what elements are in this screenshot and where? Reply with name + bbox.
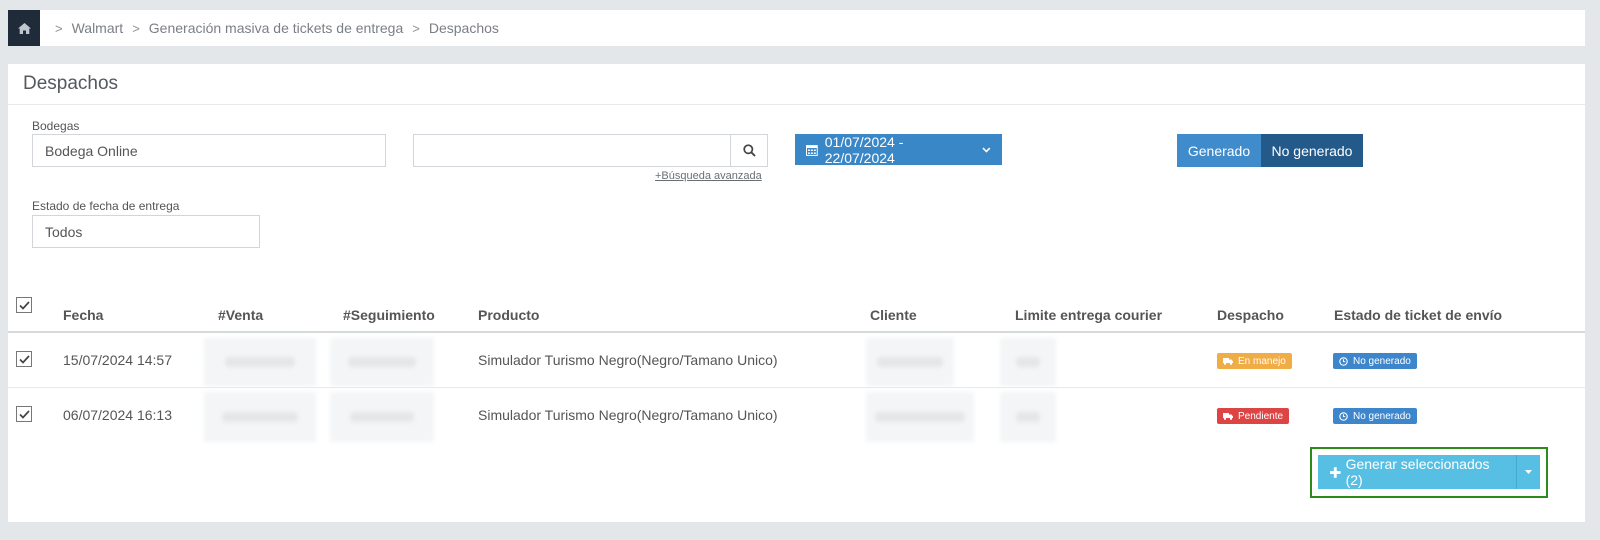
select-all-checkbox[interactable] bbox=[16, 297, 32, 313]
check-icon bbox=[18, 409, 30, 419]
row-checkbox[interactable] bbox=[16, 351, 32, 367]
redacted-cliente bbox=[866, 392, 974, 442]
despachos-panel: Despachos Bodegas Bodega Online +Búsqued… bbox=[8, 64, 1585, 522]
status-badge: En manejo bbox=[1217, 353, 1292, 369]
search-input[interactable] bbox=[413, 134, 731, 167]
col-venta[interactable]: #Venta bbox=[218, 307, 263, 323]
col-estado-ticket[interactable]: Estado de ticket de envío bbox=[1334, 307, 1502, 323]
row-fecha: 06/07/2024 16:13 bbox=[63, 407, 172, 423]
search-icon bbox=[742, 144, 756, 157]
estado-fecha-label: Estado de fecha de entrega bbox=[32, 199, 180, 213]
ticket-status-badge: No generado bbox=[1333, 408, 1417, 424]
table-header-divider bbox=[8, 331, 1585, 333]
redacted-limite bbox=[1000, 392, 1056, 442]
bodegas-label: Bodegas bbox=[32, 119, 80, 133]
clock-icon bbox=[1339, 411, 1348, 421]
status-badge: Pendiente bbox=[1217, 408, 1290, 424]
col-despacho[interactable]: Despacho bbox=[1217, 307, 1284, 323]
advanced-search-link[interactable]: +Búsqueda avanzada bbox=[655, 170, 762, 182]
breadcrumb-item-despachos: > Despachos bbox=[412, 20, 499, 36]
caret-down-icon bbox=[1525, 470, 1532, 474]
col-fecha[interactable]: Fecha bbox=[63, 307, 103, 323]
bodegas-select[interactable]: Bodega Online bbox=[32, 134, 386, 167]
redacted-seguimiento bbox=[330, 392, 434, 442]
breadcrumb-separator: > bbox=[412, 20, 420, 36]
calendar-icon bbox=[806, 144, 818, 156]
estado-fecha-select[interactable]: Todos bbox=[32, 215, 260, 248]
col-limite-entrega[interactable]: Limite entrega courier bbox=[1015, 307, 1162, 323]
redacted-venta bbox=[204, 392, 316, 442]
col-seguimiento[interactable]: #Seguimiento bbox=[343, 307, 435, 323]
redacted-venta bbox=[204, 338, 316, 386]
date-range-button[interactable]: 01/07/2024 - 22/07/2024 bbox=[795, 133, 1002, 166]
home-icon bbox=[17, 22, 31, 34]
redacted-seguimiento bbox=[330, 338, 434, 386]
generate-split-button: Generar seleccionados (2) bbox=[1318, 455, 1540, 489]
generado-toggle: Generado No generado bbox=[1177, 134, 1363, 167]
breadcrumb: > Walmart > Generación masiva de tickets… bbox=[8, 10, 1585, 46]
generate-selected-button[interactable]: Generar seleccionados (2) bbox=[1318, 455, 1516, 489]
ticket-status-badge: No generado bbox=[1333, 353, 1417, 369]
plus-icon bbox=[1330, 466, 1341, 478]
row-checkbox[interactable] bbox=[16, 406, 32, 422]
toggle-no-generado[interactable]: No generado bbox=[1261, 134, 1363, 167]
check-icon bbox=[18, 354, 30, 364]
breadcrumb-item-generacion[interactable]: > Generación masiva de tickets de entreg… bbox=[123, 20, 403, 36]
redacted-limite bbox=[1000, 338, 1056, 386]
breadcrumb-separator: > bbox=[132, 20, 140, 36]
check-icon bbox=[18, 300, 30, 310]
row-producto: Simulador Turismo Negro(Negro/Tamano Uni… bbox=[478, 352, 778, 368]
truck-icon bbox=[1223, 358, 1233, 365]
date-range-label: 01/07/2024 - 22/07/2024 bbox=[824, 133, 904, 166]
row-producto: Simulador Turismo Negro(Negro/Tamano Uni… bbox=[478, 407, 778, 423]
truck-icon bbox=[1223, 413, 1233, 420]
col-cliente[interactable]: Cliente bbox=[870, 307, 917, 323]
search-button[interactable] bbox=[731, 134, 768, 167]
home-button[interactable] bbox=[8, 10, 40, 46]
breadcrumb-separator: > bbox=[55, 20, 63, 36]
col-producto[interactable]: Producto bbox=[478, 307, 539, 323]
row-divider bbox=[8, 387, 1585, 388]
generate-dropdown-toggle[interactable] bbox=[1516, 455, 1540, 489]
redacted-cliente bbox=[866, 338, 954, 386]
breadcrumb-item-walmart[interactable]: > Walmart bbox=[46, 20, 123, 36]
row-fecha: 15/07/2024 14:57 bbox=[63, 352, 172, 368]
toggle-generado[interactable]: Generado bbox=[1177, 134, 1261, 167]
page-title: Despachos bbox=[8, 64, 1585, 105]
chevron-down-icon bbox=[982, 146, 991, 153]
clock-icon bbox=[1339, 356, 1348, 366]
